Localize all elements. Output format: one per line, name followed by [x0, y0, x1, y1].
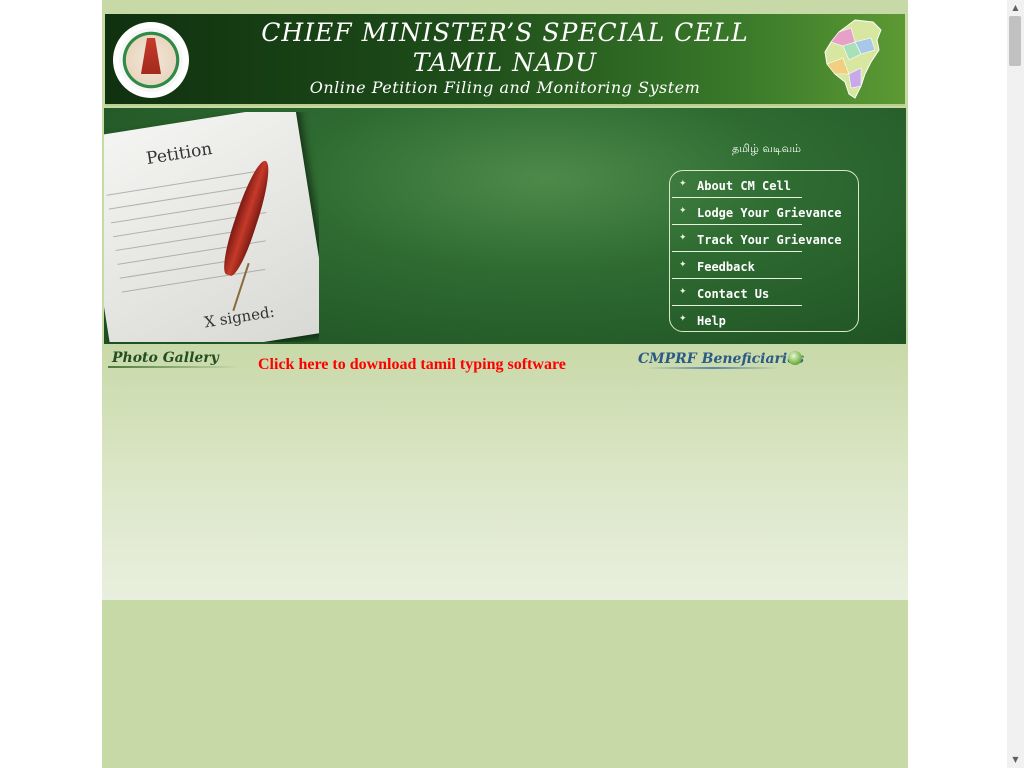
- hero-banner: Petition X signed: தமிழ் வடிவம் ✦ About …: [104, 108, 906, 344]
- menu-divider: [672, 224, 802, 225]
- menu-divider: [672, 278, 802, 279]
- scroll-up-arrow-icon[interactable]: ▲: [1007, 0, 1024, 16]
- vertical-scrollbar[interactable]: ▲ ▼: [1007, 0, 1024, 768]
- menu-divider: [672, 305, 802, 306]
- petition-image: Petition X signed:: [104, 112, 319, 342]
- site-title-line1: CHIEF MINISTER’S SPECIAL CELL: [261, 18, 749, 47]
- bullet-icon: ✦: [679, 287, 687, 297]
- menu-item-label: Feedback: [697, 260, 755, 274]
- menu-divider: [672, 251, 802, 252]
- menu-divider: [672, 197, 802, 198]
- leaf-icon[interactable]: [788, 351, 802, 365]
- menu-item-label: Lodge Your Grievance: [697, 206, 842, 220]
- menu-item-track-grievance[interactable]: ✦ Track Your Grievance: [670, 229, 858, 256]
- menu-item-help[interactable]: ✦ Help: [670, 310, 858, 337]
- bullet-icon: ✦: [679, 233, 687, 243]
- menu-item-label: About CM Cell: [697, 179, 791, 193]
- menu-item-feedback[interactable]: ✦ Feedback: [670, 256, 858, 283]
- bullet-icon: ✦: [679, 179, 687, 189]
- cmprf-beneficiaries-link[interactable]: CMPRF Beneficiaries: [638, 351, 804, 367]
- download-tamil-software-link[interactable]: Click here to download tamil typing soft…: [258, 356, 566, 374]
- scrollbar-thumb[interactable]: [1009, 16, 1021, 66]
- page-container: CHIEF MINISTER’S SPECIAL CELL TAMIL NADU…: [102, 0, 908, 768]
- menu-item-contact-us[interactable]: ✦ Contact Us: [670, 283, 858, 310]
- tamil-version-link[interactable]: தமிழ் வடிவம்: [732, 142, 801, 157]
- content-panel: [102, 344, 908, 600]
- bullet-icon: ✦: [679, 206, 687, 216]
- photo-gallery-link[interactable]: Photo Gallery: [112, 350, 219, 366]
- photo-gallery-underline: [108, 366, 240, 368]
- menu-item-label: Contact Us: [697, 287, 770, 301]
- bullet-icon: ✦: [679, 260, 687, 270]
- site-subtitle: Online Petition Filing and Monitoring Sy…: [309, 78, 701, 97]
- menu-item-label: Track Your Grievance: [697, 233, 842, 247]
- menu-item-label: Help: [697, 314, 726, 328]
- site-title-line2: TAMIL NADU: [412, 48, 598, 77]
- cmprf-underline: [646, 367, 780, 369]
- tamil-nadu-map-icon: [824, 19, 882, 99]
- main-menu: ✦ About CM Cell ✦ Lodge Your Grievance ✦…: [669, 170, 859, 332]
- bullet-icon: ✦: [679, 314, 687, 324]
- menu-item-lodge-grievance[interactable]: ✦ Lodge Your Grievance: [670, 202, 858, 229]
- scroll-down-arrow-icon[interactable]: ▼: [1007, 752, 1024, 768]
- menu-item-about-cm-cell[interactable]: ✦ About CM Cell: [670, 175, 858, 202]
- site-header: CHIEF MINISTER’S SPECIAL CELL TAMIL NADU…: [105, 14, 905, 106]
